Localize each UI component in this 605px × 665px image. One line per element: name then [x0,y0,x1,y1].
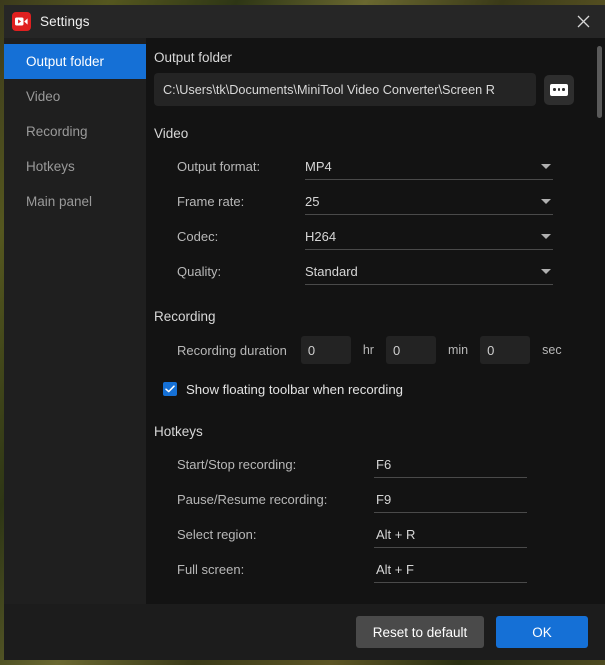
section-heading-video: Video [154,126,189,141]
section-heading-recording: Recording [154,309,216,324]
select-region-input[interactable] [374,521,527,548]
quality-label: Quality: [177,264,222,279]
duration-hours-unit: hr [362,343,374,357]
hotkey-row-pause-resume-recording: Pause/Resume recording: [154,482,585,517]
window-body: Output folder Video Recording Hotkeys Ma… [4,38,605,604]
sidebar-item-output-folder[interactable]: Output folder [4,44,146,79]
pause-resume-recording-label: Pause/Resume recording: [177,492,328,507]
hotkey-row-start-stop-recording: Start/Stop recording: [154,447,585,482]
duration-minutes-input[interactable] [385,336,436,364]
start-stop-recording-label: Start/Stop recording: [177,457,297,472]
close-icon[interactable] [561,5,605,38]
reset-to-default-button[interactable]: Reset to default [356,616,484,648]
scrollbar-thumb[interactable] [597,46,602,118]
output-format-value: MP4 [305,158,332,174]
full-screen-label: Full screen: [177,562,245,577]
title-bar: Settings [4,5,605,38]
chevron-down-icon [541,198,551,204]
recording-duration-label: Recording duration [177,342,287,358]
pause-resume-recording-input[interactable] [374,486,527,513]
output-folder-input[interactable] [154,73,536,106]
full-screen-input[interactable] [374,556,527,583]
quality-select[interactable]: Standard [305,259,553,285]
recording-duration-row: Recording duration hr min sec [154,332,585,368]
content-scrollbar[interactable] [597,42,602,600]
duration-seconds-input[interactable] [480,336,531,364]
field-row-output-format: Output format: MP4 [154,149,585,184]
output-format-select[interactable]: MP4 [305,154,553,180]
field-row-codec: Codec: H264 [154,219,585,254]
ellipsis-icon [550,83,568,96]
settings-scroll-area: Output folder Video Output format: MP4 [146,38,605,604]
chevron-down-icon [541,268,551,274]
sidebar-item-label: Output folder [26,54,105,69]
browse-folder-button[interactable] [544,74,574,105]
codec-label: Codec: [177,229,219,244]
sidebar-item-recording[interactable]: Recording [4,114,146,149]
codec-value: H264 [305,228,337,244]
floating-toolbar-label: Show floating toolbar when recording [186,381,403,397]
codec-select[interactable]: H264 [305,224,553,250]
duration-hours-input[interactable] [300,336,351,364]
sidebar: Output folder Video Recording Hotkeys Ma… [4,38,146,604]
sidebar-item-video[interactable]: Video [4,79,146,114]
checkbox-checked-icon[interactable] [163,382,177,396]
sidebar-item-label: Recording [26,124,88,139]
floating-toolbar-checkbox-row[interactable]: Show floating toolbar when recording [154,374,585,404]
field-row-frame-rate: Frame rate: 25 [154,184,585,219]
settings-window: Settings Output folder Video Recording H… [4,5,605,660]
section-heading-output-folder: Output folder [154,50,233,65]
section-heading-hotkeys: Hotkeys [154,424,203,439]
frame-rate-select[interactable]: 25 [305,189,553,215]
duration-seconds-unit: sec [542,343,562,357]
frame-rate-value: 25 [305,193,320,209]
chevron-down-icon [541,163,551,169]
frame-rate-label: Frame rate: [177,194,245,209]
select-region-label: Select region: [177,527,257,542]
hotkey-row-select-region: Select region: [154,517,585,552]
sidebar-item-label: Hotkeys [26,159,75,174]
chevron-down-icon [541,233,551,239]
sidebar-item-label: Video [26,89,61,104]
field-row-quality: Quality: Standard [154,254,585,289]
start-stop-recording-input[interactable] [374,451,527,478]
video-camera-icon [12,12,31,31]
duration-minutes-unit: min [447,343,469,357]
sidebar-item-hotkeys[interactable]: Hotkeys [4,149,146,184]
output-format-label: Output format: [177,159,261,174]
dialog-footer: Reset to default OK [4,604,605,660]
hotkey-row-full-screen: Full screen: [154,552,585,587]
settings-content: Output folder Video Output format: MP4 [146,38,605,604]
sidebar-item-main-panel[interactable]: Main panel [4,184,146,219]
quality-value: Standard [305,263,358,279]
output-folder-row [154,73,585,106]
sidebar-item-label: Main panel [26,194,93,209]
ok-button[interactable]: OK [496,616,588,648]
window-title: Settings [40,14,90,29]
